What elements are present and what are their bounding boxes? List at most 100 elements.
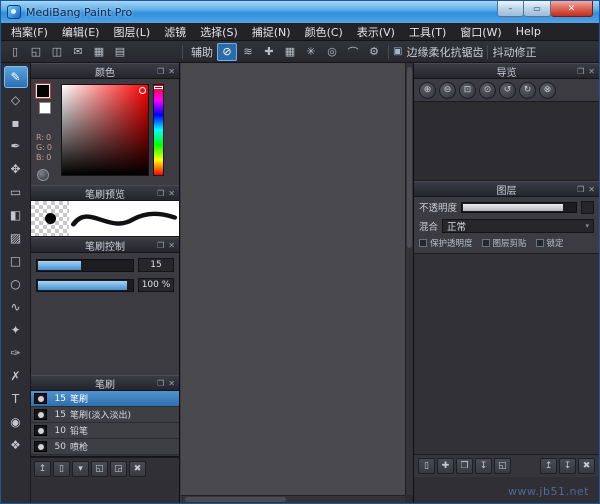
layer-option-checkbox[interactable]: 锁定 (536, 237, 564, 249)
title-bar[interactable]: MediBang Paint Pro – ▭ ✕ (1, 1, 599, 23)
brush-opacity-slider[interactable] (36, 279, 134, 292)
layer-up-icon[interactable]: ↥ (540, 458, 557, 474)
snap-grid-icon[interactable]: ▦ (280, 43, 300, 61)
menu-item[interactable]: 捕捉(N) (245, 23, 298, 40)
cloud-upload-icon[interactable]: ✉ (68, 43, 88, 61)
close-icon[interactable]: ✕ (168, 189, 175, 198)
delete-layer-icon[interactable]: ✖ (578, 458, 595, 474)
brush-item[interactable]: 15 笔刷 (31, 391, 179, 407)
checkbox-icon[interactable] (536, 239, 544, 247)
menu-item[interactable]: 工具(T) (402, 23, 453, 40)
snap-radial-icon[interactable]: ✳ (301, 43, 321, 61)
foreground-color-swatch[interactable] (36, 84, 50, 98)
popout-icon[interactable]: ❐ (157, 189, 164, 198)
zoom-100-icon[interactable]: ⊙ (479, 82, 496, 99)
save-file-icon[interactable]: ◫ (47, 43, 67, 61)
menu-item[interactable]: Help (509, 23, 548, 40)
palette-mode-icon[interactable] (37, 169, 49, 181)
hue-marker[interactable] (154, 86, 163, 89)
navigator-preview[interactable] (414, 101, 599, 181)
menu-item[interactable]: 颜色(C) (298, 23, 350, 40)
menu-item[interactable]: 表示(V) (350, 23, 402, 40)
new-layer-icon[interactable]: ▯ (418, 458, 435, 474)
snap-settings-icon[interactable]: ⚙ (364, 43, 384, 61)
magic-wand-tool[interactable]: ✦ (4, 319, 28, 341)
sv-marker[interactable] (139, 87, 146, 94)
popout-icon[interactable]: ❐ (157, 67, 164, 76)
canvas-vertical-scrollbar[interactable] (405, 63, 413, 495)
snap-off-icon[interactable]: ⊘ (217, 43, 237, 61)
dot-pen-tool[interactable]: ▪ (4, 112, 28, 134)
layer-list[interactable] (414, 253, 599, 455)
close-icon[interactable]: ✕ (588, 185, 595, 194)
brush-opacity-value[interactable]: 100 % (138, 278, 174, 292)
brush-tool[interactable]: ✎ (4, 66, 28, 88)
snap-cross-icon[interactable]: ✚ (259, 43, 279, 61)
layer-opacity-slider[interactable] (461, 202, 577, 213)
merge-down-icon[interactable]: ↧ (475, 458, 492, 474)
select-eraser-tool[interactable]: ✗ (4, 365, 28, 387)
close-icon[interactable]: ✕ (168, 379, 175, 388)
rotate-left-icon[interactable]: ↺ (499, 82, 516, 99)
maximize-button[interactable]: ▭ (524, 1, 551, 17)
move-tool[interactable]: ✥ (4, 158, 28, 180)
snap-circle-icon[interactable]: ◎ (322, 43, 342, 61)
select-move-tool[interactable]: ▭ (4, 181, 28, 203)
menu-item[interactable]: 档案(F) (4, 23, 55, 40)
eyedropper-tool[interactable]: ◉ (4, 411, 28, 433)
canvas-grid-icon[interactable]: ▦ (89, 43, 109, 61)
zoom-in-icon[interactable]: ⊕ (419, 82, 436, 99)
hue-slider[interactable] (153, 84, 164, 176)
checkbox-icon[interactable] (482, 239, 490, 247)
bucket-tool[interactable]: ◧ (4, 204, 28, 226)
menu-item[interactable]: 滤镜 (157, 23, 193, 40)
canvas-area[interactable] (181, 63, 413, 503)
layer-down-icon[interactable]: ↧ (559, 458, 576, 474)
brush-item[interactable]: 15 笔刷(淡入淡出) (31, 407, 179, 423)
menu-item[interactable]: 图层(L) (106, 23, 157, 40)
zoom-fit-icon[interactable]: ⊡ (459, 82, 476, 99)
brush-import-icon[interactable]: ◲ (110, 461, 127, 477)
close-icon[interactable]: ✕ (168, 67, 175, 76)
rotate-reset-icon[interactable]: ⊗ (539, 82, 556, 99)
add-brush-icon[interactable]: ▯ (53, 461, 70, 477)
brush-up-icon[interactable]: ↥ (34, 461, 51, 477)
snap-parallel-icon[interactable]: ≋ (238, 43, 258, 61)
menu-item[interactable]: 窗口(W) (453, 23, 508, 40)
close-button[interactable]: ✕ (551, 1, 593, 17)
brush-item[interactable]: 50 喷枪 (31, 439, 179, 455)
popout-icon[interactable]: ❐ (157, 379, 164, 388)
popout-icon[interactable]: ❐ (577, 67, 584, 76)
minimize-button[interactable]: – (497, 1, 524, 17)
eraser-tool[interactable]: ◇ (4, 89, 28, 111)
opacity-value-box[interactable] (581, 201, 594, 214)
add-layer-icon[interactable]: ✚ (437, 458, 454, 474)
select-rect-tool[interactable]: □ (4, 250, 28, 272)
antialias-toggle[interactable]: ▣ 边缘柔化抗锯齿 (393, 44, 483, 60)
saturation-value-box[interactable] (61, 84, 149, 176)
open-file-icon[interactable]: ◱ (26, 43, 46, 61)
popout-icon[interactable]: ❐ (157, 241, 164, 250)
delete-brush-icon[interactable]: ✖ (129, 461, 146, 477)
background-color-swatch[interactable] (39, 102, 51, 114)
brush-size-slider[interactable] (36, 259, 134, 272)
stabilizer-toggle[interactable]: 抖动修正 (492, 44, 536, 60)
close-icon[interactable]: ✕ (588, 67, 595, 76)
lasso-tool[interactable]: ∿ (4, 296, 28, 318)
blend-mode-select[interactable]: 正常 ▾ (442, 219, 594, 233)
duplicate-layer-icon[interactable]: ❐ (456, 458, 473, 474)
layer-option-checkbox[interactable]: 图层剪贴 (482, 237, 527, 249)
close-icon[interactable]: ✕ (168, 241, 175, 250)
material-panel-icon[interactable]: ▤ (110, 43, 130, 61)
pen-tool[interactable]: ✒ (4, 135, 28, 157)
popout-icon[interactable]: ❐ (577, 185, 584, 194)
checkbox-icon[interactable] (419, 239, 427, 247)
gradient-tool[interactable]: ▨ (4, 227, 28, 249)
text-tool[interactable]: T (4, 388, 28, 410)
new-file-icon[interactable]: ▯ (5, 43, 25, 61)
layer-folder-icon[interactable]: ◱ (494, 458, 511, 474)
layer-option-checkbox[interactable]: 保护透明度 (419, 237, 473, 249)
brush-size-value[interactable]: 15 (138, 258, 174, 272)
brush-item[interactable]: 10 铅笔 (31, 423, 179, 439)
select-ellipse-tool[interactable]: ○ (4, 273, 28, 295)
